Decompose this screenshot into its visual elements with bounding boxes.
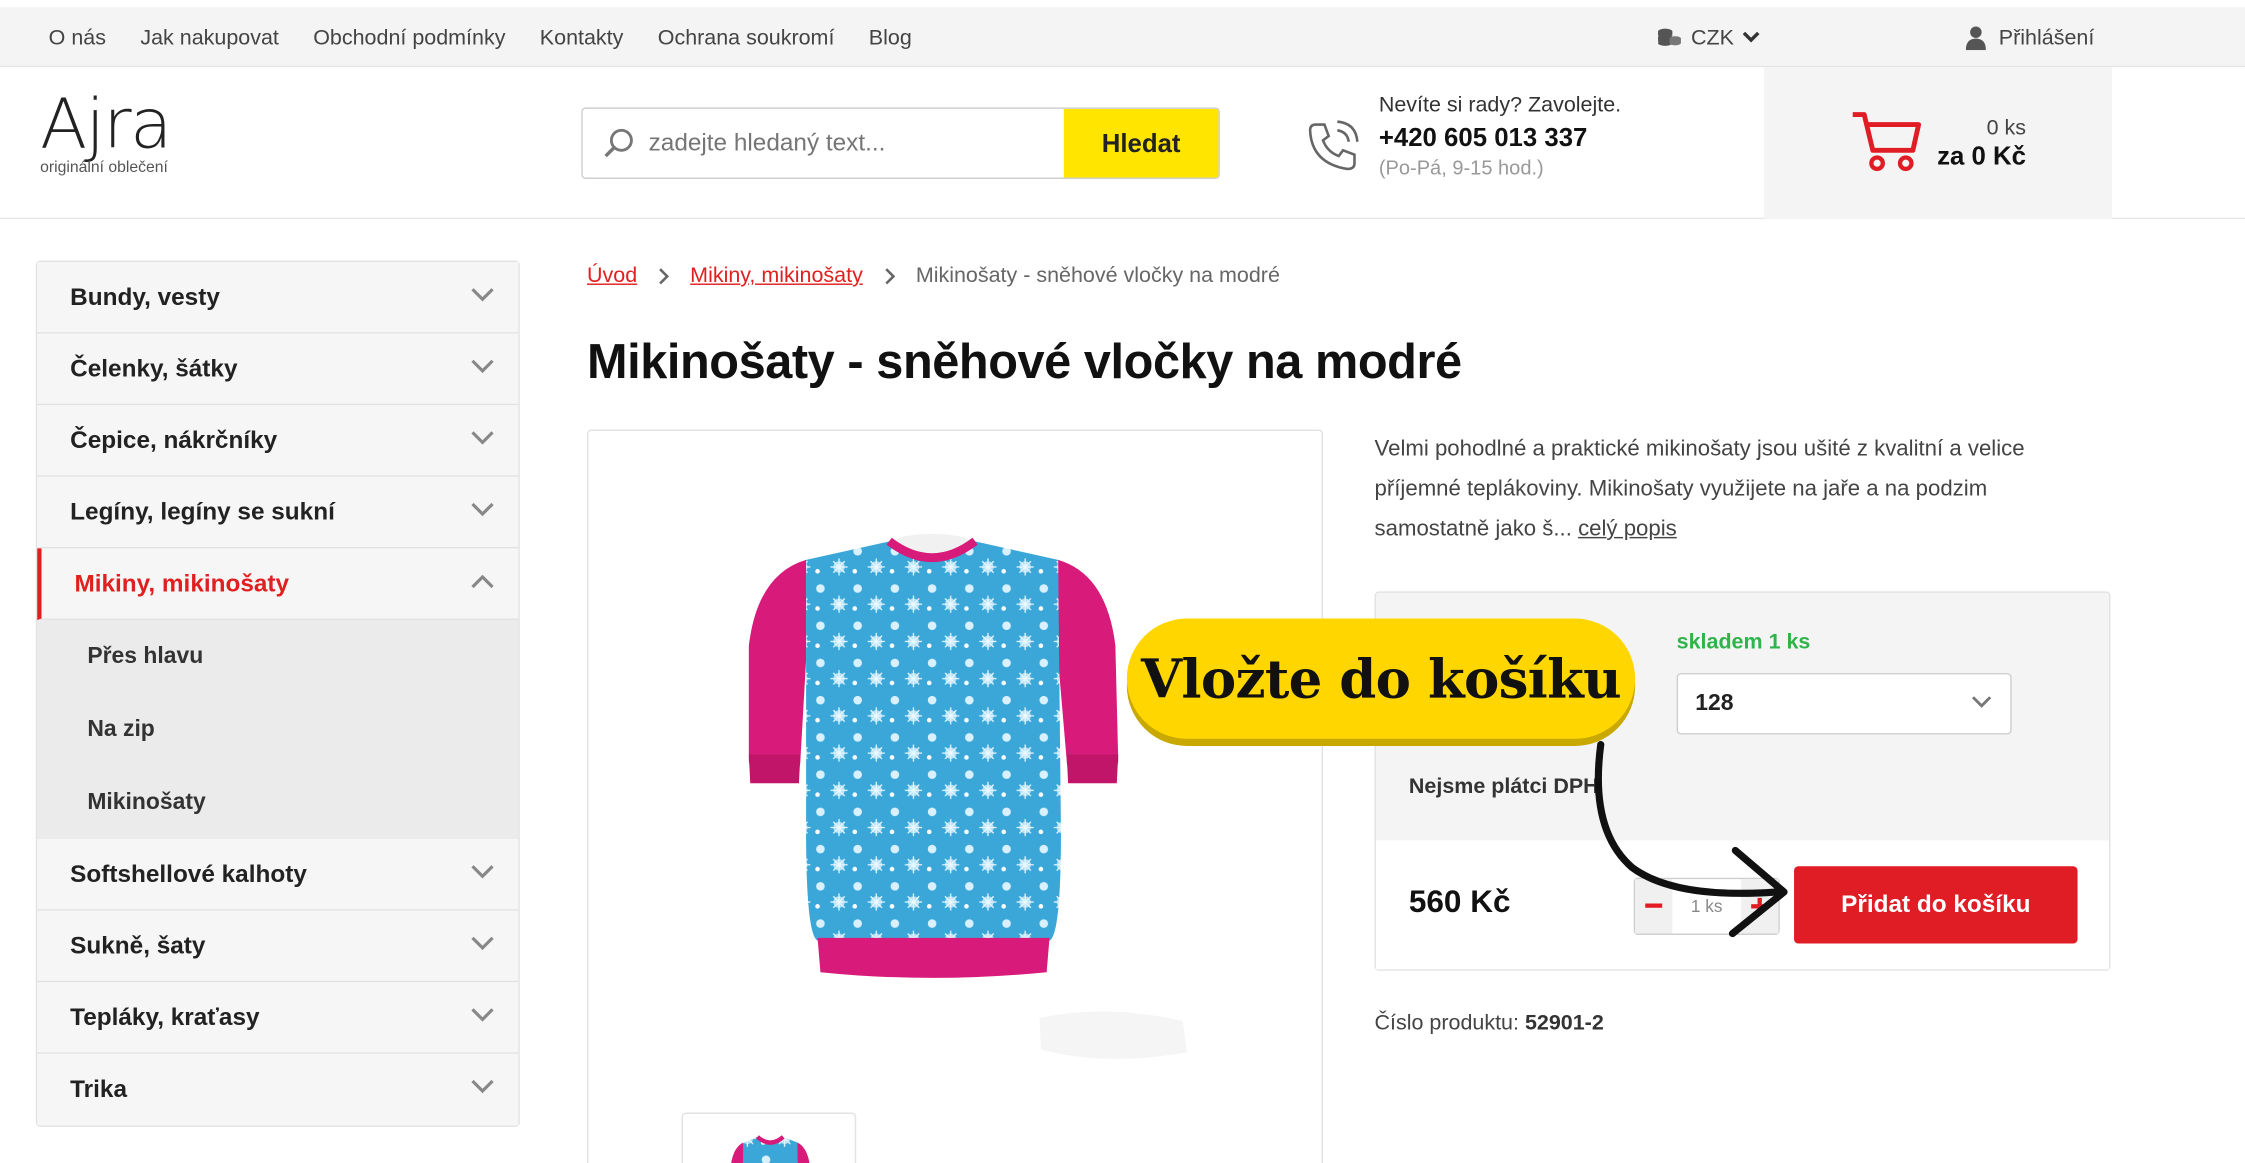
- product-price: 560 Kč: [1408, 883, 1511, 920]
- top-bar: O nás Jak nakupovat Obchodní podmínky Ko…: [0, 7, 2245, 68]
- chevron-down-icon: [1742, 31, 1760, 43]
- chevron-down-icon: [471, 936, 494, 951]
- chevron-down-icon: [471, 865, 494, 879]
- sidebar-item-sukne-saty[interactable]: Sukně, šaty: [37, 910, 519, 983]
- sidebar-item-label: Tepláky, kraťasy: [70, 1002, 260, 1031]
- search-input[interactable]: [648, 128, 1050, 158]
- sidebar-item-cepice-nakrcniky[interactable]: Čepice, nákrčníky: [37, 405, 519, 477]
- callout-text: Vložte do košíku: [1141, 647, 1622, 711]
- sidebar-item-trika[interactable]: Trika: [37, 1053, 519, 1126]
- sidebar-item-celenky-satky[interactable]: Čelenky, šátky: [37, 333, 519, 406]
- breadcrumb-category[interactable]: Mikiny, mikinošaty: [690, 263, 863, 287]
- sidebar-item-label: Sukně, šaty: [70, 931, 206, 959]
- sidebar-subitem-mikinosaty[interactable]: Mikinošaty: [37, 766, 519, 840]
- site-header: Ajra originální oblečení Hledat Nevíte s…: [0, 67, 2245, 220]
- logo-wordmark: Ajra: [40, 84, 172, 165]
- stock-status: skladem 1 ks: [1676, 629, 1811, 655]
- product-number: Číslo produktu: 52901-2: [1375, 1011, 1604, 1035]
- sidebar-item-label: Softshellové kalhoty: [70, 859, 307, 888]
- phone-question: Nevíte si rady? Zavolejte.: [1378, 93, 1622, 118]
- chevron-right-icon: [884, 267, 895, 284]
- top-link-contacts[interactable]: Kontakty: [540, 25, 624, 49]
- login-label: Přihlášení: [1998, 25, 2095, 50]
- chevron-up-icon: [471, 574, 494, 589]
- search-field: [583, 109, 1064, 178]
- search-button[interactable]: Hledat: [1063, 108, 1219, 178]
- sidebar-item-label: Legíny, legíny se sukní: [70, 497, 335, 525]
- cart-icon: [1852, 112, 1922, 172]
- chevron-down-icon: [471, 1008, 494, 1022]
- product-number-value: 52901-2: [1524, 1010, 1604, 1036]
- login-link[interactable]: Přihlášení: [1965, 7, 2095, 67]
- search-icon: [604, 128, 633, 158]
- product-photo-dress: [748, 534, 1187, 1059]
- site-logo[interactable]: Ajra originální oblečení: [40, 84, 172, 177]
- sidebar-item-label: Čepice, nákrčníky: [70, 425, 278, 454]
- page-title: Mikinošaty - sněhové vločky na modré: [587, 335, 1462, 390]
- sidebar-subitem-pres-hlavu[interactable]: Přes hlavu: [37, 619, 519, 693]
- add-to-cart-callout: Vložte do košíku: [1126, 618, 1636, 739]
- sidebar-item-bundy-vesty[interactable]: Bundy, vesty: [37, 262, 519, 334]
- sidebar-item-teplaky[interactable]: Tepláky, kraťasy: [37, 982, 519, 1054]
- search-bar: Hledat: [581, 107, 1220, 179]
- phone-number[interactable]: +420 605 013 337: [1379, 123, 1621, 153]
- chevron-down-icon: [471, 431, 494, 445]
- chevron-down-icon: [471, 288, 494, 302]
- top-link-blog[interactable]: Blog: [869, 25, 912, 49]
- phone-text: Nevíte si rady? Zavolejte. +420 605 013 …: [1379, 93, 1621, 179]
- currency-selector[interactable]: CZK: [1657, 7, 1760, 67]
- chevron-down-icon: [471, 359, 494, 374]
- sidebar-item-label: Trika: [70, 1075, 128, 1103]
- size-select-value: 128: [1695, 690, 1734, 716]
- cart-total: za 0 Kč: [1937, 141, 2026, 171]
- phone-icon: [1308, 120, 1359, 171]
- chevron-down-icon: [1972, 696, 1992, 708]
- full-description-link[interactable]: celý popis: [1578, 517, 1677, 541]
- user-icon: [1965, 25, 1986, 50]
- currency-label: CZK: [1690, 25, 1734, 50]
- size-select[interactable]: 128: [1676, 672, 2012, 735]
- cart-item-count: 0 ks: [1986, 115, 2026, 141]
- sidebar-item-mikiny-active[interactable]: Mikiny, mikinošaty: [37, 548, 519, 620]
- top-link-terms[interactable]: Obchodní podmínky: [313, 25, 505, 49]
- description-text: Velmi pohodlné a praktické mikinošaty js…: [1374, 436, 2025, 542]
- curved-arrow-icon: [1594, 740, 1788, 938]
- sidebar-item-label: Čelenky, šátky: [70, 354, 238, 382]
- top-link-privacy[interactable]: Ochrana soukromí: [658, 25, 835, 49]
- top-navigation: O nás Jak nakupovat Obchodní podmínky Ko…: [49, 7, 912, 67]
- thumbnail-dress: [731, 1135, 810, 1163]
- add-to-cart-button[interactable]: Přidat do košíku: [1794, 866, 2078, 944]
- chevron-down-icon: [471, 1079, 494, 1094]
- phone-hours: (Po-Pá, 9-15 hod.): [1378, 156, 1544, 179]
- breadcrumb: Úvod Mikiny, mikinošaty Mikinošaty - sně…: [587, 263, 1280, 287]
- coins-icon: [1658, 28, 1681, 46]
- breadcrumb-home[interactable]: Úvod: [587, 263, 637, 287]
- product-description: Velmi pohodlné a praktické mikinošaty js…: [1375, 430, 2091, 550]
- top-link-how-to-buy[interactable]: Jak nakupovat: [140, 25, 279, 49]
- top-link-about[interactable]: O nás: [49, 25, 106, 49]
- breadcrumb-current: Mikinošaty - sněhové vločky na modré: [915, 263, 1280, 288]
- sidebar-item-leginy[interactable]: Legíny, legíny se sukní: [37, 476, 519, 549]
- logo-tagline: originální oblečení: [40, 158, 168, 177]
- header-cart[interactable]: 0 ks za 0 Kč: [1763, 67, 2112, 220]
- vat-note: Nejsme plátci DPH: [1408, 774, 1599, 799]
- sidebar-item-label: Bundy, vesty: [70, 282, 220, 310]
- chevron-right-icon: [659, 267, 670, 284]
- chevron-down-icon: [471, 502, 494, 517]
- product-thumbnail[interactable]: [681, 1112, 857, 1163]
- sidebar-item-softshell[interactable]: Softshellové kalhoty: [37, 839, 519, 911]
- sidebar-subitem-na-zip[interactable]: Na zip: [37, 692, 519, 767]
- sidebar-item-label: Mikiny, mikinošaty: [74, 569, 290, 597]
- product-image[interactable]: [587, 429, 1323, 1163]
- category-sidebar: Bundy, vesty Čelenky, šátky Čepice, nákr…: [35, 260, 520, 1127]
- product-number-label: Číslo produktu:: [1374, 1010, 1519, 1036]
